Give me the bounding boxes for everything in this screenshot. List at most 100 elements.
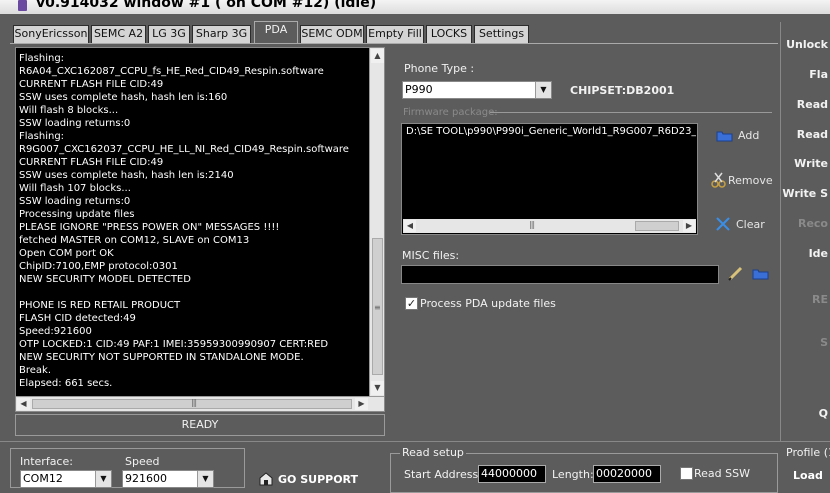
start-address-label: Start Address:: [404, 468, 482, 481]
misc-files-label: MISC files:: [402, 249, 460, 262]
log-line: R9G007_CXC162037_CCPU_HE_LL_NI_Red_CID49…: [19, 144, 349, 155]
interface-select[interactable]: COM12 ▼: [20, 470, 112, 488]
log-line: NEW SECURITY MODEL DETECTED: [19, 274, 191, 285]
folder-open-icon: [716, 131, 733, 142]
log-line: Will flash 107 blocks...: [19, 183, 131, 194]
log-panel[interactable]: Flashing: R6A04_CXC162087_CCPU_fs_HE_Red_…: [15, 47, 385, 412]
firmware-list[interactable]: D:\SE TOOL\p990\P990i_Generic_World1_R9G…: [401, 123, 698, 235]
log-line: CURRENT FLASH FILE CID:49: [19, 79, 164, 90]
tab-semc-odm[interactable]: SEMC ODM: [300, 25, 364, 43]
scroll-down-arrow-icon[interactable]: ▼: [371, 381, 384, 395]
clear-label: Clear: [736, 218, 765, 231]
tab-pda[interactable]: PDA: [254, 21, 298, 44]
window-title: v0.914032 window #1 ( on COM #12) (idle): [36, 0, 377, 11]
log-line: CURRENT FLASH FILE CID:49: [19, 157, 164, 168]
grip-icon: ≡: [374, 303, 381, 312]
write-button[interactable]: Write: [794, 157, 828, 170]
tab-sharp-3g[interactable]: Sharp 3G: [192, 25, 251, 43]
s-button[interactable]: S: [820, 336, 828, 349]
re-button[interactable]: RE: [812, 293, 828, 306]
log-line: SSW loading returns:0: [19, 196, 131, 207]
grip-icon: |||: [191, 398, 197, 407]
tab-empty-fill[interactable]: Empty Fill: [366, 25, 424, 43]
length-label: Length:: [552, 468, 594, 481]
speed-select[interactable]: 921600 ▼: [122, 470, 214, 488]
tab-divider: [10, 43, 778, 44]
scroll-right-arrow-icon[interactable]: ▶: [355, 398, 368, 410]
remove-label: Remove: [728, 174, 773, 187]
log-line: Flashing:: [19, 53, 65, 64]
side-action-column: Unlock Fla Read Read Write Write S Reco …: [780, 22, 830, 442]
log-line: PHONE IS RED RETAIL PRODUCT: [19, 300, 181, 311]
log-horizontal-scrollbar[interactable]: ◀ ||| ▶: [16, 396, 384, 411]
firmware-hscroll-thumb[interactable]: [635, 221, 679, 231]
scroll-left-arrow-icon[interactable]: ◀: [404, 220, 416, 232]
tab-lg-3g[interactable]: LG 3G: [148, 25, 190, 43]
start-address-input[interactable]: 44000000: [478, 465, 546, 483]
firmware-package-label: Firmware package:: [403, 107, 498, 118]
profile-label: Profile (1: [786, 446, 830, 459]
log-line: Speed:921600: [19, 326, 92, 337]
tab-locks[interactable]: LOCKS: [426, 25, 472, 43]
scroll-right-arrow-icon[interactable]: ▶: [683, 220, 695, 232]
chevron-down-icon[interactable]: ▼: [197, 471, 213, 487]
firmware-hscrollbar[interactable]: ◀ ||| ▶: [403, 219, 696, 233]
phone-type-value: P990: [405, 83, 433, 96]
process-pda-checkbox[interactable]: ✓: [405, 297, 418, 310]
read-ssw-checkbox[interactable]: [680, 467, 693, 480]
load-button[interactable]: Load: [793, 469, 823, 482]
read-button-2[interactable]: Read: [797, 128, 828, 141]
chipset-label: CHIPSET:DB2001: [570, 84, 675, 97]
log-line: Elapsed: 661 secs.: [19, 378, 113, 389]
folder-open-icon[interactable]: [752, 267, 770, 281]
unlock-button[interactable]: Unlock: [786, 38, 828, 51]
phone-type-select[interactable]: P990 ▼: [402, 81, 552, 99]
edit-pencil-icon[interactable]: [727, 266, 745, 282]
log-line: OTP LOCKED:1 CID:49 PAF:1 IMEI:359593009…: [19, 339, 329, 350]
scissors-icon: [711, 172, 726, 188]
read-ssw-label: Read SSW: [694, 467, 750, 480]
title-bar: v0.914032 window #1 ( on COM #12) (idle): [0, 0, 830, 14]
app-icon: [18, 0, 27, 11]
log-vertical-scrollbar[interactable]: ▲ ≡ ▼: [369, 48, 384, 396]
interface-value: COM12: [23, 472, 63, 485]
misc-files-input[interactable]: [401, 265, 719, 284]
log-line: Will flash 8 blocks...: [19, 105, 119, 116]
read-setup-label: Read setup: [400, 446, 466, 459]
close-icon: [716, 217, 730, 231]
recovery-button[interactable]: Reco: [798, 217, 828, 230]
log-line: SSW uses complete hash, hash len is:160: [19, 92, 228, 103]
write-s-button[interactable]: Write S: [782, 187, 828, 200]
log-line: Processing update files: [19, 209, 135, 220]
log-line: PLEASE IGNORE "PRESS POWER ON" MESSAGES …: [19, 222, 280, 233]
scroll-left-arrow-icon[interactable]: ◀: [17, 398, 30, 410]
speed-value: 921600: [125, 472, 167, 485]
bottom-divider: [0, 441, 830, 442]
phone-type-label: Phone Type :: [404, 62, 475, 75]
read-button[interactable]: Read: [797, 98, 828, 111]
chevron-down-icon[interactable]: ▼: [95, 471, 111, 487]
tab-semc-a2[interactable]: SEMC A2: [91, 25, 146, 43]
tab-sonyericsson[interactable]: SonyEricsson: [13, 25, 89, 43]
log-line: FLASH CID detected:49: [19, 313, 136, 324]
scroll-up-arrow-icon[interactable]: ▲: [371, 49, 384, 63]
log-line: fetched MASTER on COM12, SLAVE on COM13: [19, 235, 250, 246]
chevron-down-icon[interactable]: ▼: [535, 82, 551, 98]
q-button[interactable]: Q: [819, 407, 828, 420]
firmware-path: D:\SE TOOL\p990\P990i_Generic_World1_R9G…: [406, 126, 696, 137]
groupbox-line: [490, 112, 772, 113]
log-line: Flashing:: [19, 131, 65, 142]
interface-label: Interface:: [20, 455, 73, 468]
log-line: Open COM port OK: [19, 248, 114, 259]
process-pda-label: Process PDA update files: [420, 297, 556, 310]
identify-button[interactable]: Ide: [809, 247, 828, 260]
flash-button[interactable]: Fla: [809, 68, 828, 81]
speed-label: Speed: [125, 455, 160, 468]
tab-settings[interactable]: Settings: [474, 25, 529, 43]
length-input[interactable]: 00020000: [593, 465, 661, 483]
log-text: Flashing: R6A04_CXC162087_CCPU_fs_HE_Red_…: [19, 52, 369, 394]
log-line: Break.: [19, 365, 52, 376]
add-label: Add: [738, 129, 760, 142]
status-bar: READY: [15, 414, 385, 436]
